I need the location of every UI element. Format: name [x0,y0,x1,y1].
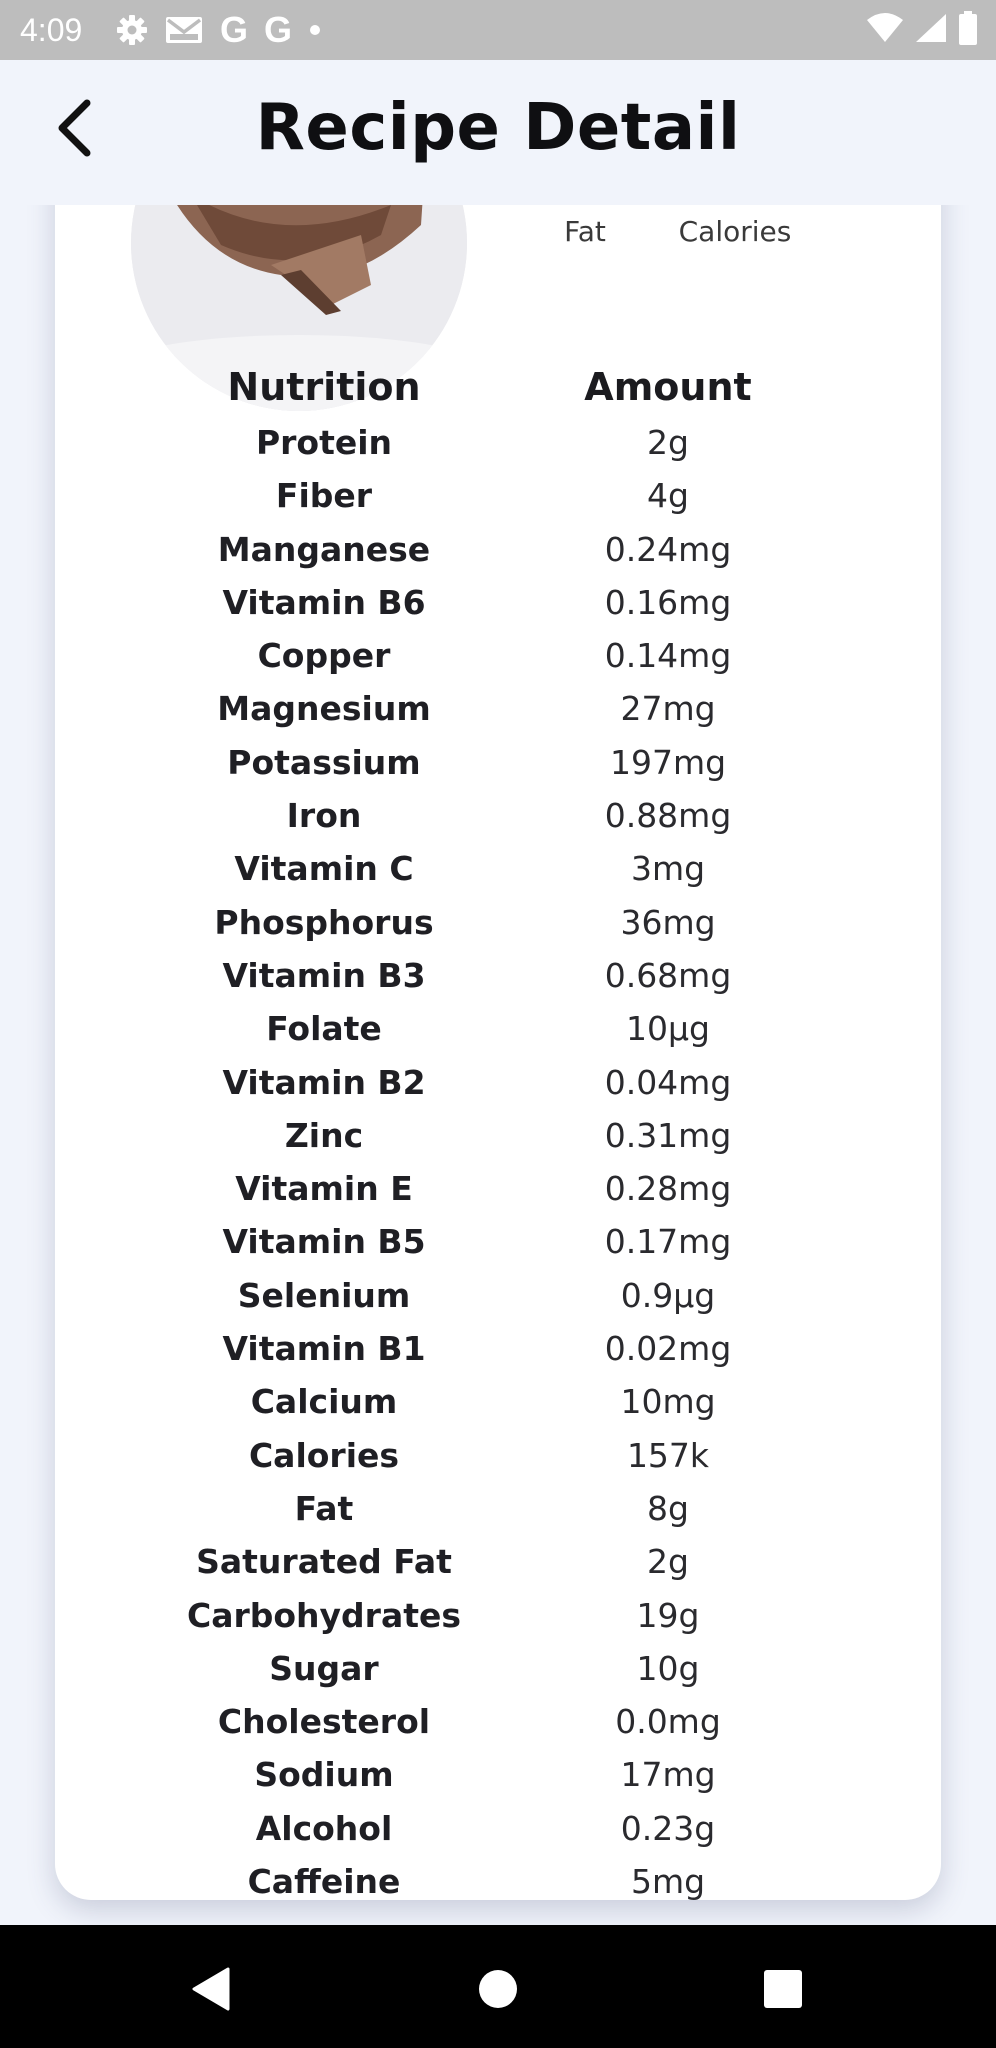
table-row: Vitamin B2 0.04mg [55,1056,941,1109]
nutrient-amount: 19g [636,1595,700,1635]
table-row: Manganese 0.24mg [55,523,941,576]
table-row: Potassium 197mg [55,736,941,789]
table-row: Vitamin B1 0.02mg [55,1322,941,1375]
system-icons [866,11,978,49]
nutrient-amount: 4g [647,476,689,516]
nutrient-amount: 36mg [620,902,716,942]
table-row: Magnesium 27mg [55,682,941,735]
battery-icon [958,11,978,49]
nutrient-amount: 0.9µg [620,1275,716,1315]
nutrient-amount: 0.24mg [604,529,732,569]
nav-home-button[interactable] [470,1961,526,2017]
amount-column-header: Amount [584,365,752,409]
nutrient-amount: 0.17mg [604,1222,732,1262]
calories-summary-label: Calories [678,215,792,248]
nutrient-amount: 3mg [630,849,706,889]
table-row: Calcium 10mg [55,1375,941,1428]
nutrition-table: Nutrition Amount Protein 2g Fiber 4g Mangane… [55,358,941,1908]
table-row: Iron 0.88mg [55,789,941,842]
nutrient-amount: 8g [647,1488,689,1528]
dot-icon [308,12,322,48]
notification-icons: G G [116,12,322,48]
nutrient-amount: 0.23g [620,1808,716,1848]
nutrient-amount: 0.88mg [604,796,732,836]
nutrient-amount: 10µg [626,1009,710,1049]
nav-back-button[interactable] [182,1961,238,2017]
signal-icon [914,12,948,48]
status-bar: 4:09 G G [0,0,996,60]
table-row: Vitamin B5 0.17mg [55,1215,941,1268]
nutrient-amount: 2g [647,423,689,462]
back-triangle-icon [192,1967,230,2011]
google-icon: G [264,9,293,50]
page-title: Recipe Detail [255,91,741,165]
nutrient-amount: 10g [636,1648,700,1688]
nutrient-amount: 0.31mg [604,1115,732,1155]
nutrient-amount: 0.16mg [604,582,732,622]
scroll-content[interactable]: Fat Calories Nutrition Amount Protein 2g F… [0,205,996,1925]
table-row: Selenium 0.9µg [55,1269,941,1322]
table-row: Alcohol 0.23g [55,1802,941,1855]
gear-icon [116,12,148,48]
table-row: Vitamin B6 0.16mg [55,576,941,629]
navigation-bar [0,1925,996,2048]
nutrient-amount: 0.68mg [604,955,732,995]
nutrition-table-header: Nutrition Amount [55,358,941,416]
table-row: Sodium 17mg [55,1748,941,1801]
nav-recents-button[interactable] [755,1961,811,2017]
gmail-icon [164,12,204,48]
home-circle-icon [479,1970,517,2008]
table-row: Phosphorus 36mg [55,896,941,949]
table-row: Cholesterol 0.0mg [55,1695,941,1748]
nutrient-amount: 157k [626,1435,710,1475]
table-row: Protein 2g [55,416,941,469]
nutrient-amount: 2g [647,1542,689,1582]
nutrient-amount: 0.02mg [604,1329,732,1369]
nutrient-amount: 10mg [620,1382,716,1422]
nutrient-amount: 0.14mg [604,636,732,676]
table-row: Folate 10µg [55,1002,941,1055]
app-bar: Recipe Detail [0,60,996,205]
nutrient-amount: 0.0mg [615,1702,721,1742]
nutrient-amount: 0.04mg [604,1062,732,1102]
table-row: Calories 157k [55,1429,941,1482]
nutrient-amount: 5mg [630,1862,706,1902]
table-row: Carbohydrates 19g [55,1589,941,1642]
google-icon: G [220,9,249,50]
table-row: Fiber 4g [55,469,941,522]
table-row: Saturated Fat 2g [55,1535,941,1588]
recents-square-icon [764,1970,802,2008]
table-row: Vitamin E 0.28mg [55,1162,941,1215]
nutrient-amount: 197mg [609,742,727,782]
table-row: Copper 0.14mg [55,629,941,682]
nutrition-rows: Protein 2g Fiber 4g Manganese 0.24mg Vitamin B… [55,416,941,1908]
recipe-card: Fat Calories Nutrition Amount Protein 2g F… [55,205,941,1901]
table-row: Fat 8g [55,1482,941,1535]
wifi-icon [866,12,904,48]
table-row: Vitamin B3 0.68mg [55,949,941,1002]
table-row: Sugar 10g [55,1642,941,1695]
table-row: Zinc 0.31mg [55,1109,941,1162]
table-row: Vitamin C 3mg [55,842,941,895]
nutrient-amount: 17mg [620,1755,716,1795]
nutrient-amount: 0.28mg [604,1169,732,1209]
table-row: Caffeine 5mg [55,1855,941,1908]
status-time: 4:09 [20,12,83,48]
fat-summary-label: Fat [564,215,606,248]
nutrient-amount: 27mg [620,689,716,729]
